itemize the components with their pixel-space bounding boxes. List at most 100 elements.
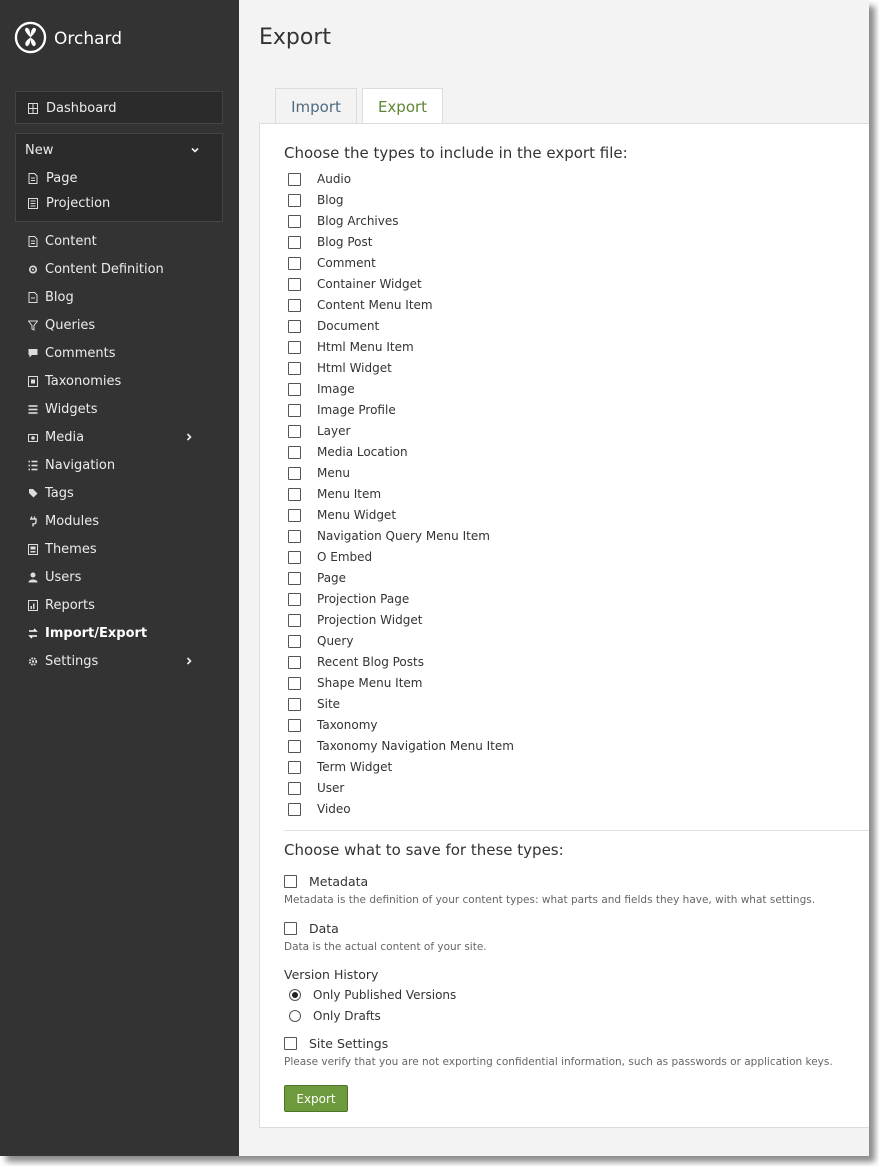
type-option[interactable]: Audio: [288, 170, 351, 188]
sidebar-item-content[interactable]: Content: [28, 230, 211, 252]
type-checkbox[interactable]: [288, 193, 301, 207]
type-option[interactable]: Page: [288, 569, 346, 587]
type-option[interactable]: Comment: [288, 254, 376, 272]
type-checkbox[interactable]: [288, 634, 301, 648]
type-option[interactable]: Image: [288, 380, 355, 398]
type-option[interactable]: Navigation Query Menu Item: [288, 527, 490, 545]
nav-new[interactable]: New: [25, 139, 215, 161]
metadata-checkbox[interactable]: [284, 874, 297, 888]
type-checkbox[interactable]: [288, 760, 301, 774]
type-option[interactable]: Menu: [288, 464, 350, 482]
type-checkbox[interactable]: [288, 613, 301, 627]
type-option[interactable]: Query: [288, 632, 353, 650]
sidebar-item-import-export[interactable]: Import/Export: [28, 622, 211, 644]
sidebar-item-label: Tags: [45, 485, 74, 501]
type-checkbox[interactable]: [288, 256, 301, 270]
type-option[interactable]: Container Widget: [288, 275, 422, 293]
type-option[interactable]: Projection Widget: [288, 611, 422, 629]
type-option[interactable]: Video: [288, 800, 351, 818]
type-checkbox[interactable]: [288, 172, 301, 186]
type-option[interactable]: Html Widget: [288, 359, 392, 377]
type-option[interactable]: Layer: [288, 422, 350, 440]
nav-new-projection[interactable]: Projection: [28, 192, 110, 214]
type-option[interactable]: Term Widget: [288, 758, 392, 776]
sidebar-item-media[interactable]: Media: [28, 426, 211, 448]
sidebar-item-users[interactable]: Users: [28, 566, 211, 588]
type-checkbox[interactable]: [288, 739, 301, 753]
radio-published[interactable]: Only Published Versions: [289, 986, 456, 1004]
data-option[interactable]: Data: [284, 919, 339, 937]
type-option[interactable]: Media Location: [288, 443, 408, 461]
type-checkbox[interactable]: [288, 403, 301, 417]
nav-new-page[interactable]: Page: [28, 167, 77, 189]
type-checkbox[interactable]: [288, 802, 301, 816]
sidebar-item-queries[interactable]: Queries: [28, 314, 211, 336]
type-checkbox[interactable]: [288, 697, 301, 711]
type-checkbox[interactable]: [288, 550, 301, 564]
type-option[interactable]: User: [288, 779, 344, 797]
type-option[interactable]: Site: [288, 695, 340, 713]
type-checkbox[interactable]: [288, 424, 301, 438]
type-option[interactable]: Blog: [288, 191, 344, 209]
tab-import[interactable]: Import: [275, 88, 357, 124]
type-checkbox[interactable]: [288, 571, 301, 585]
type-option[interactable]: Shape Menu Item: [288, 674, 422, 692]
sidebar-item-modules[interactable]: Modules: [28, 510, 211, 532]
type-checkbox[interactable]: [288, 235, 301, 249]
type-checkbox[interactable]: [288, 781, 301, 795]
sidebar-item-settings[interactable]: Settings: [28, 650, 211, 672]
sidebar-item-blog[interactable]: Blog: [28, 286, 211, 308]
type-checkbox[interactable]: [288, 214, 301, 228]
type-option[interactable]: Taxonomy Navigation Menu Item: [288, 737, 514, 755]
type-option[interactable]: Blog Post: [288, 233, 372, 251]
type-checkbox[interactable]: [288, 382, 301, 396]
type-option[interactable]: Recent Blog Posts: [288, 653, 424, 671]
sidebar-item-navigation[interactable]: Navigation: [28, 454, 211, 476]
type-checkbox[interactable]: [288, 466, 301, 480]
site-settings-checkbox[interactable]: [284, 1036, 297, 1050]
type-checkbox[interactable]: [288, 487, 301, 501]
type-option[interactable]: Menu Item: [288, 485, 381, 503]
type-checkbox[interactable]: [288, 340, 301, 354]
nav-dashboard[interactable]: Dashboard: [28, 97, 117, 119]
type-option[interactable]: Document: [288, 317, 379, 335]
type-checkbox[interactable]: [288, 277, 301, 291]
type-checkbox[interactable]: [288, 592, 301, 606]
type-option[interactable]: Taxonomy: [288, 716, 378, 734]
type-checkbox[interactable]: [288, 319, 301, 333]
sidebar-item-label: Users: [45, 569, 82, 585]
site-settings-option[interactable]: Site Settings: [284, 1034, 388, 1052]
type-checkbox[interactable]: [288, 445, 301, 459]
brand[interactable]: Orchard: [14, 21, 122, 56]
type-checkbox[interactable]: [288, 361, 301, 375]
type-option[interactable]: Image Profile: [288, 401, 396, 419]
sidebar-item-comments[interactable]: Comments: [28, 342, 211, 364]
sidebar-item-content-definition[interactable]: Content Definition: [28, 258, 211, 280]
type-option[interactable]: O Embed: [288, 548, 372, 566]
type-option[interactable]: Blog Archives: [288, 212, 399, 230]
type-label: Content Menu Item: [317, 298, 433, 312]
type-checkbox[interactable]: [288, 508, 301, 522]
export-button[interactable]: Export: [284, 1085, 348, 1112]
type-checkbox[interactable]: [288, 655, 301, 669]
tab-export[interactable]: Export: [362, 88, 443, 125]
radio-drafts-input[interactable]: [289, 1010, 301, 1022]
type-option[interactable]: Html Menu Item: [288, 338, 414, 356]
metadata-option[interactable]: Metadata: [284, 872, 368, 890]
sidebar-item-taxonomies[interactable]: Taxonomies: [28, 370, 211, 392]
sidebar-item-tags[interactable]: Tags: [28, 482, 211, 504]
type-option[interactable]: Menu Widget: [288, 506, 396, 524]
type-checkbox[interactable]: [288, 529, 301, 543]
type-option[interactable]: Content Menu Item: [288, 296, 433, 314]
type-label: Html Menu Item: [317, 340, 414, 354]
type-checkbox[interactable]: [288, 676, 301, 690]
sidebar-item-reports[interactable]: Reports: [28, 594, 211, 616]
radio-drafts[interactable]: Only Drafts: [289, 1007, 381, 1025]
type-checkbox[interactable]: [288, 718, 301, 732]
radio-published-input[interactable]: [289, 989, 301, 1001]
sidebar-item-widgets[interactable]: Widgets: [28, 398, 211, 420]
data-checkbox[interactable]: [284, 921, 297, 935]
sidebar-item-themes[interactable]: Themes: [28, 538, 211, 560]
type-checkbox[interactable]: [288, 298, 301, 312]
type-option[interactable]: Projection Page: [288, 590, 409, 608]
